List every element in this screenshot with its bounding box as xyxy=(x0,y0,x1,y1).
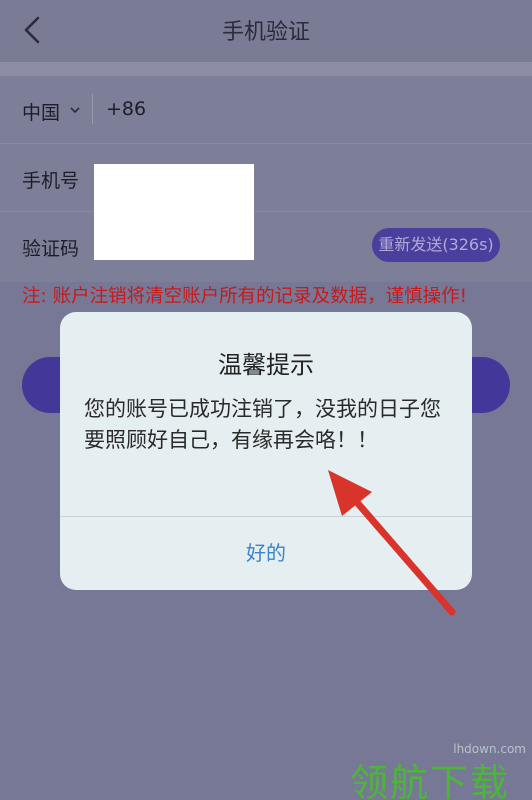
resend-code-button[interactable]: 重新发送(326s) xyxy=(372,228,500,262)
header-divider xyxy=(0,62,532,76)
watermark-logo: 领航下载 xyxy=(350,761,511,800)
header-bar: 手机验证 xyxy=(0,0,532,62)
phone-label: 手机号 xyxy=(22,170,80,192)
chevron-down-icon[interactable] xyxy=(68,100,82,120)
dialog-title: 温馨提示 xyxy=(218,351,314,379)
country-row: 中国 +86 xyxy=(0,76,532,144)
dial-code: +86 xyxy=(106,98,147,120)
watermark: lhdown.com 领航下载 xyxy=(346,738,532,800)
dialog-message: 您的账号已成功注销了，没我的日子您要照顾好自己，有缘再会咯！！ xyxy=(84,397,441,452)
ok-button[interactable]: 好的 xyxy=(60,517,472,590)
warning-text: 注: 账户注销将清空账户所有的记录及数据，谨慎操作! xyxy=(22,286,468,307)
code-label: 验证码 xyxy=(22,238,80,260)
redaction-box xyxy=(94,164,254,260)
alert-dialog: 温馨提示 您的账号已成功注销了，没我的日子您要照顾好自己，有缘再会咯！！ 好的 xyxy=(60,312,472,590)
divider xyxy=(92,94,93,124)
phone-row[interactable]: 手机号 xyxy=(0,144,532,212)
page-title: 手机验证 xyxy=(221,20,310,45)
country-selector[interactable]: 中国 xyxy=(22,98,60,125)
